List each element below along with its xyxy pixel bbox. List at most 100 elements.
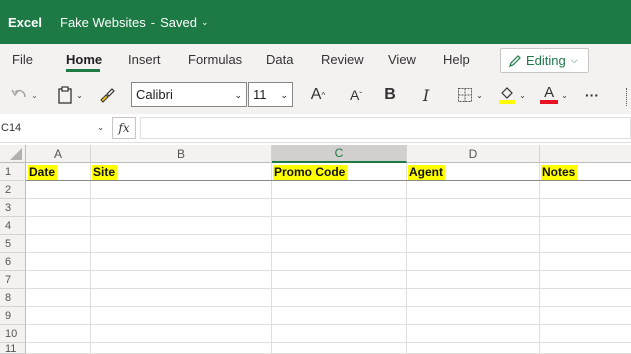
column-header-d[interactable]: D: [407, 145, 540, 163]
cell-b9[interactable]: [91, 307, 272, 325]
menu-data[interactable]: Data: [266, 52, 293, 67]
menu-file[interactable]: File: [12, 52, 33, 67]
cell-a1[interactable]: Date: [26, 163, 91, 181]
cell-b7[interactable]: [91, 271, 272, 289]
cell-c5[interactable]: [272, 235, 407, 253]
decrease-font-button[interactable]: Aˇ: [344, 84, 368, 106]
cell-b10[interactable]: [91, 325, 272, 343]
cell-e7[interactable]: [540, 271, 631, 289]
cell-d3[interactable]: [407, 199, 540, 217]
row-header-5[interactable]: 5: [0, 235, 26, 253]
cell-a10[interactable]: [26, 325, 91, 343]
row-header-11[interactable]: 11: [0, 343, 26, 354]
cell-e3[interactable]: [540, 199, 631, 217]
increase-font-button[interactable]: A ^: [306, 84, 330, 106]
cell-c10[interactable]: [272, 325, 407, 343]
cell-a8[interactable]: [26, 289, 91, 307]
cell-d8[interactable]: [407, 289, 540, 307]
row-header-10[interactable]: 10: [0, 325, 26, 343]
cell-b5[interactable]: [91, 235, 272, 253]
cell-d11[interactable]: [407, 343, 540, 354]
cell-d4[interactable]: [407, 217, 540, 235]
borders-button[interactable]: ⌄: [452, 84, 488, 106]
cell-a11[interactable]: [26, 343, 91, 354]
fill-color-button[interactable]: ⌄: [494, 84, 530, 106]
cell-a6[interactable]: [26, 253, 91, 271]
cell-e5[interactable]: [540, 235, 631, 253]
format-painter-button[interactable]: [94, 84, 120, 106]
cell-d9[interactable]: [407, 307, 540, 325]
cell-a5[interactable]: [26, 235, 91, 253]
cell-c1[interactable]: Promo Code: [272, 163, 407, 181]
row-header-3[interactable]: 3: [0, 199, 26, 217]
cell-a9[interactable]: [26, 307, 91, 325]
cell-a3[interactable]: [26, 199, 91, 217]
active-tab-indicator: [66, 69, 100, 72]
row-header-1[interactable]: 1: [0, 163, 26, 181]
cell-c11[interactable]: [272, 343, 407, 354]
cell-b8[interactable]: [91, 289, 272, 307]
cell-c3[interactable]: [272, 199, 407, 217]
cell-e11[interactable]: [540, 343, 631, 354]
row-header-6[interactable]: 6: [0, 253, 26, 271]
formula-input[interactable]: [140, 117, 631, 139]
cell-a4[interactable]: [26, 217, 91, 235]
name-box[interactable]: C14 ⌄: [0, 118, 108, 138]
menu-insert[interactable]: Insert: [128, 52, 161, 67]
column-header-c[interactable]: C: [272, 145, 407, 163]
row-header-9[interactable]: 9: [0, 307, 26, 325]
paste-button[interactable]: ⌄: [52, 84, 88, 106]
menu-help[interactable]: Help: [443, 52, 470, 67]
undo-button[interactable]: ⌄: [6, 84, 42, 106]
cell-b11[interactable]: [91, 343, 272, 354]
cell-a7[interactable]: [26, 271, 91, 289]
cell-c9[interactable]: [272, 307, 407, 325]
italic-button[interactable]: I: [416, 84, 436, 106]
font-name-select[interactable]: Calibri ⌄: [131, 82, 247, 107]
menu-home[interactable]: Home: [66, 52, 102, 67]
menu-view[interactable]: View: [388, 52, 416, 67]
cell-d6[interactable]: [407, 253, 540, 271]
cell-a2[interactable]: [26, 181, 91, 199]
more-options-button[interactable]: ···: [580, 84, 604, 106]
ribbon-divider: [626, 88, 628, 106]
row-header-2[interactable]: 2: [0, 181, 26, 199]
bold-button[interactable]: B: [380, 84, 400, 106]
cell-d1[interactable]: Agent: [407, 163, 540, 181]
cell-b1[interactable]: Site: [91, 163, 272, 181]
cell-e8[interactable]: [540, 289, 631, 307]
document-title[interactable]: Fake Websites - Saved ⌄: [60, 15, 209, 30]
cell-e6[interactable]: [540, 253, 631, 271]
cell-e4[interactable]: [540, 217, 631, 235]
insert-function-button[interactable]: fx: [112, 117, 136, 139]
row-header-7[interactable]: 7: [0, 271, 26, 289]
row-header-8[interactable]: 8: [0, 289, 26, 307]
cell-b4[interactable]: [91, 217, 272, 235]
cell-b6[interactable]: [91, 253, 272, 271]
cell-e9[interactable]: [540, 307, 631, 325]
menu-formulas[interactable]: Formulas: [188, 52, 242, 67]
cell-b3[interactable]: [91, 199, 272, 217]
font-size-select[interactable]: 11 ⌄: [248, 82, 293, 107]
app-name[interactable]: Excel: [8, 15, 42, 30]
cell-b2[interactable]: [91, 181, 272, 199]
cell-c7[interactable]: [272, 271, 407, 289]
column-header-a[interactable]: A: [26, 145, 91, 163]
cell-e1[interactable]: Notes: [540, 163, 631, 181]
cell-d2[interactable]: [407, 181, 540, 199]
cell-c6[interactable]: [272, 253, 407, 271]
cell-d7[interactable]: [407, 271, 540, 289]
cell-c2[interactable]: [272, 181, 407, 199]
cell-e10[interactable]: [540, 325, 631, 343]
cell-c8[interactable]: [272, 289, 407, 307]
column-header-e[interactable]: [540, 145, 631, 163]
column-header-b[interactable]: B: [91, 145, 272, 163]
cell-d10[interactable]: [407, 325, 540, 343]
font-color-button[interactable]: A ⌄: [536, 84, 572, 106]
row-header-4[interactable]: 4: [0, 217, 26, 235]
cell-d5[interactable]: [407, 235, 540, 253]
editing-mode-button[interactable]: Editing ⌵: [500, 48, 589, 73]
cell-e2[interactable]: [540, 181, 631, 199]
menu-review[interactable]: Review: [321, 52, 364, 67]
cell-c4[interactable]: [272, 217, 407, 235]
